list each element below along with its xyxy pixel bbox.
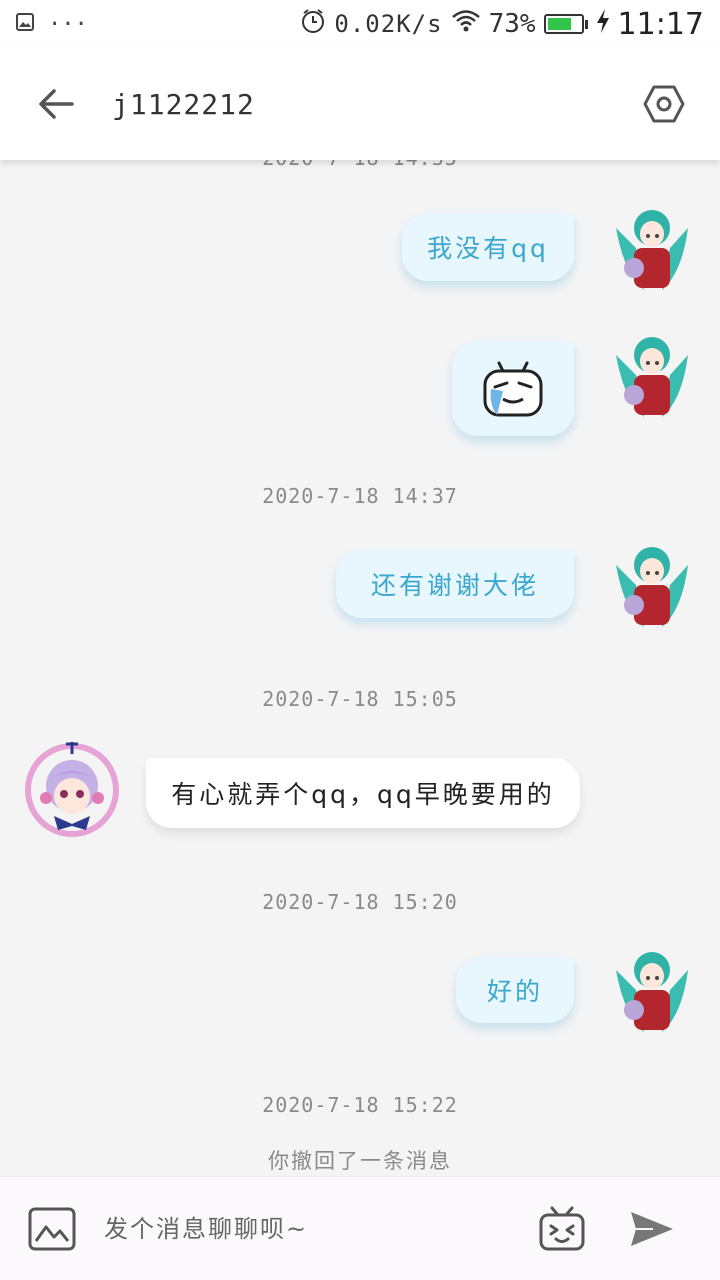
- my-message-bubble[interactable]: 我没有qq: [402, 213, 574, 281]
- message-list[interactable]: 2020-7-18 14:35 我没有qq 2020-7-18 14:37 还有…: [0, 160, 720, 1176]
- message-timestamp: 2020-7-18 15:20: [262, 890, 458, 914]
- image-icon: [28, 1207, 76, 1250]
- battery-icon: [543, 14, 588, 34]
- image-picker-button[interactable]: [0, 1177, 104, 1280]
- message-text: 好的: [486, 977, 543, 1006]
- battery-percent: 73%: [488, 9, 536, 39]
- send-icon: [631, 1211, 673, 1246]
- my-avatar[interactable]: [604, 198, 700, 294]
- page-title: j1122212: [112, 87, 255, 121]
- alarm-icon: [300, 8, 326, 41]
- wifi-icon: [451, 9, 481, 40]
- message-text: 有心就弄个qq，qq早晚要用的: [171, 780, 555, 809]
- status-bar: ··· 0.02K/s 73% 11:17: [0, 0, 720, 48]
- message-timestamp: 2020-7-18 15:05: [262, 687, 458, 711]
- recall-notice: 你撤回了一条消息: [268, 1149, 452, 1173]
- send-button[interactable]: [602, 1177, 702, 1280]
- clock: 11:17: [617, 6, 704, 42]
- message-timestamp: 2020-7-18 15:22: [262, 1093, 458, 1117]
- back-button[interactable]: [0, 48, 112, 160]
- settings-button[interactable]: [608, 48, 720, 160]
- charging-icon: [596, 8, 610, 41]
- message-text: 我没有qq: [427, 234, 549, 263]
- my-sticker-bubble[interactable]: [452, 341, 574, 436]
- my-avatar[interactable]: [604, 535, 700, 631]
- message-input[interactable]: [104, 1198, 514, 1259]
- message-timestamp: 2020-7-18 14:37: [262, 484, 458, 508]
- message-timestamp: 2020-7-18 14:35: [0, 160, 720, 170]
- message-input-bar: [0, 1176, 720, 1280]
- gallery-notification-icon: [16, 13, 34, 35]
- emoji-button[interactable]: [522, 1177, 602, 1280]
- network-speed: 0.02K/s: [334, 10, 443, 38]
- contact-avatar[interactable]: [20, 738, 124, 842]
- settings-hexagon-icon: [643, 85, 685, 123]
- my-avatar[interactable]: [604, 940, 700, 1036]
- my-message-bubble[interactable]: 还有谢谢大佬: [336, 550, 574, 618]
- more-notifications-icon: ···: [48, 11, 88, 37]
- chat-header: j1122212: [0, 48, 720, 160]
- arrow-left-icon: [39, 89, 74, 119]
- crying-face-sticker-icon: [483, 361, 543, 416]
- bilibili-tv-emoji-icon: [539, 1206, 585, 1250]
- message-text: 还有谢谢大佬: [370, 571, 539, 600]
- my-message-bubble[interactable]: 好的: [456, 957, 574, 1023]
- contact-message-bubble[interactable]: 有心就弄个qq，qq早晚要用的: [146, 758, 580, 828]
- my-avatar[interactable]: [604, 325, 700, 421]
